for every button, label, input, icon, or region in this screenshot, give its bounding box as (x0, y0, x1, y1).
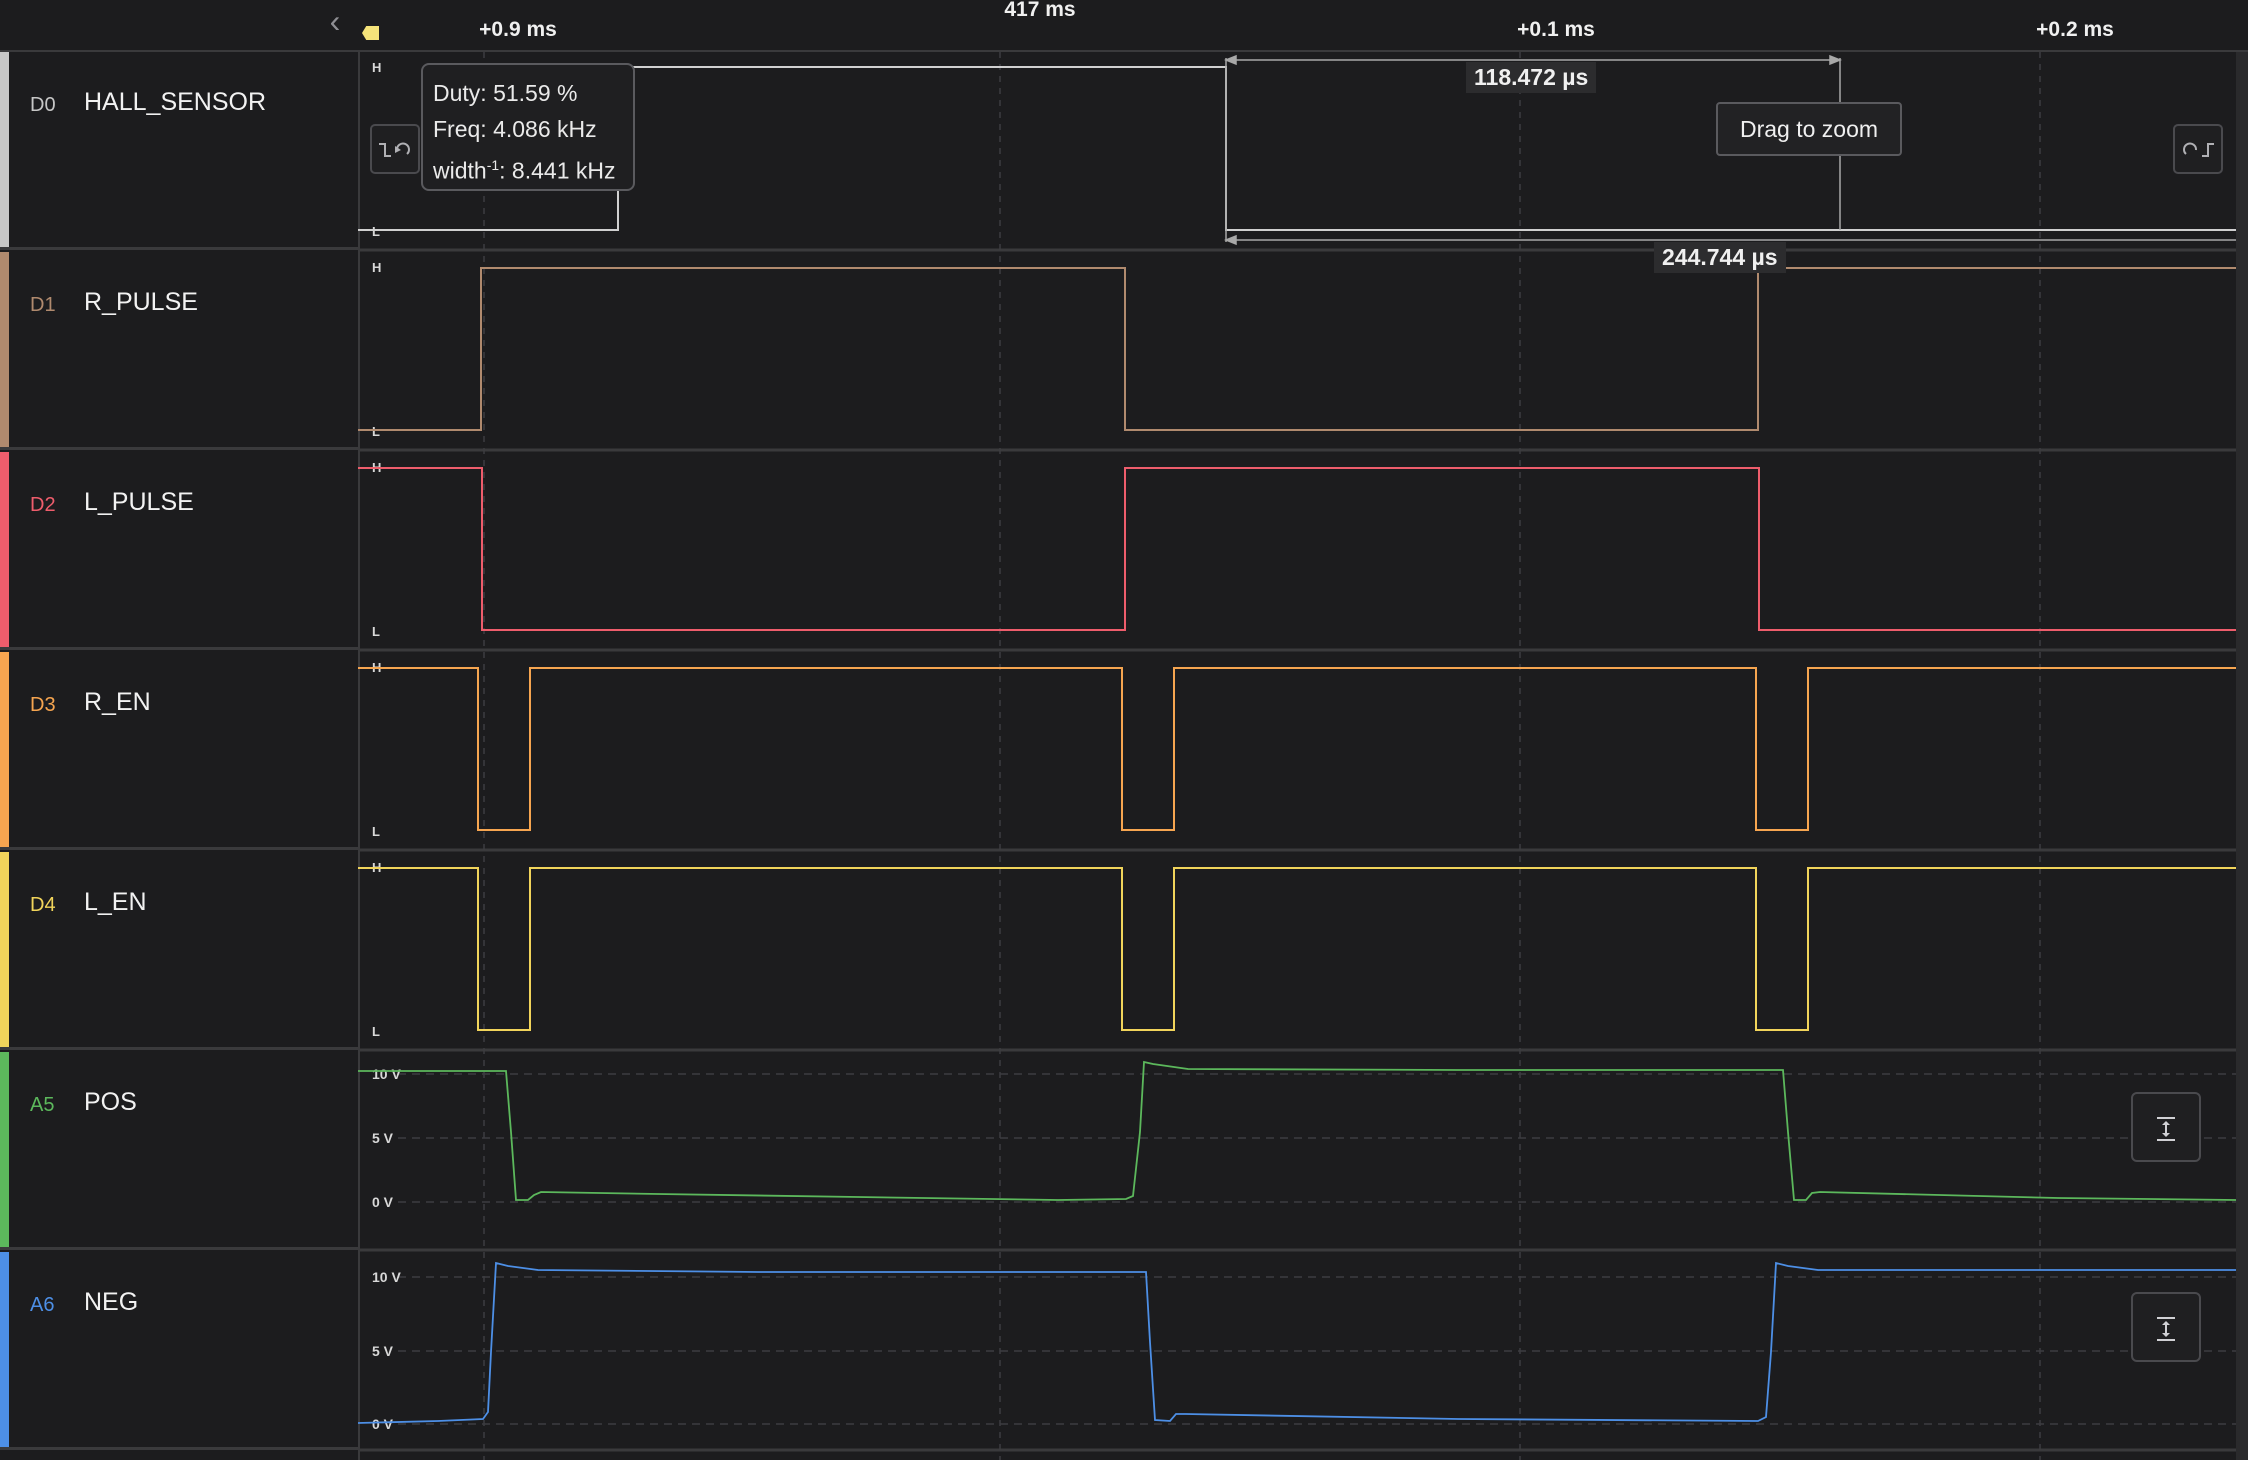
channel-color-bar (0, 652, 9, 847)
d3-waveform (358, 667, 2236, 831)
next-edge-icon[interactable] (2173, 124, 2223, 174)
a6-waveform (358, 1261, 2236, 1424)
d0-waveform (358, 66, 2236, 231)
level-low-label: L (372, 1024, 380, 1039)
vertical-fit-icon[interactable] (2131, 1292, 2201, 1362)
channel-name[interactable]: POS (84, 1088, 137, 1117)
next-edge-icon-glyph (2183, 142, 2214, 158)
channel-name[interactable]: R_PULSE (84, 288, 198, 317)
channel-sidebar: D0 HALL_SENSOR D1 R_PULSE D2 L_PULSE D3 … (0, 52, 358, 1460)
waveform-area[interactable]: H L H L H L H L H L 10 V 5 V 0 V 10 V 5 … (358, 52, 2236, 1460)
channel-id: D1 (30, 294, 56, 316)
channel-color-bar (0, 852, 9, 1047)
tick-0v: 0 V (372, 1416, 394, 1432)
marker-flag-icon[interactable] (362, 26, 379, 40)
measurement-tooltip: Duty: 51.59 % Freq: 4.086 kHz width-1: 8… (421, 63, 635, 191)
ruler-tick-label: +0.1 ms (1517, 18, 1595, 41)
a5-waveform (358, 1060, 2236, 1201)
ruler-tick-label: +0.9 ms (479, 18, 557, 41)
vertical-fit-icon-glyph (2157, 1316, 2175, 1341)
channel-name[interactable]: NEG (84, 1288, 138, 1317)
channel-name[interactable]: HALL_SENSOR (84, 88, 266, 117)
previous-edge-icon[interactable] (370, 124, 420, 174)
level-low-label: L (372, 224, 380, 239)
channel-id: D0 (30, 94, 56, 116)
channel-id: A5 (30, 1094, 55, 1116)
channel-header-a6[interactable]: A6 NEG (0, 1252, 358, 1450)
vertical-fit-icon[interactable] (2131, 1092, 2201, 1162)
level-low-label: L (372, 624, 380, 639)
drag-to-zoom-hint: Drag to zoom (1716, 102, 1902, 156)
level-labels: H L H L H L H L H L (372, 60, 381, 1039)
channel-color-bar (0, 252, 9, 447)
level-high-label: H (372, 60, 381, 75)
vertical-fit-icon-glyph (2157, 1116, 2175, 1141)
channel-id: A6 (30, 1294, 55, 1316)
channel-header-d0[interactable]: D0 HALL_SENSOR (0, 52, 358, 250)
channel-color-bar (0, 452, 9, 647)
cursor-time-label: 417 ms (1004, 0, 1076, 21)
logic-analyzer-window: ‹ 417 ms +0.9 ms +0.1 ms +0.2 ms D0 HALL… (0, 0, 2248, 1460)
chevron-left-icon[interactable]: ‹ (318, 2, 352, 40)
channel-name[interactable]: L_PULSE (84, 488, 194, 517)
level-high-label: H (372, 260, 381, 275)
level-low-label: L (372, 424, 380, 439)
channel-header-a5[interactable]: A5 POS (0, 1052, 358, 1250)
tick-10v: 10 V (372, 1066, 401, 1082)
timeline-header[interactable]: ‹ 417 ms +0.9 ms +0.1 ms +0.2 ms (0, 0, 2248, 52)
level-low-label: L (372, 824, 380, 839)
channel-name[interactable]: R_EN (84, 688, 151, 717)
tooltip-width-superscript: -1 (486, 157, 500, 173)
tick-5v: 5 V (372, 1130, 394, 1146)
tooltip-duty: Duty: 51.59 % (433, 80, 578, 106)
tooltip-width-value: : 8.441 kHz (499, 157, 616, 184)
channel-color-bar (0, 1052, 9, 1247)
tick-5v: 5 V (372, 1343, 394, 1359)
tooltip-freq: Freq: 4.086 kHz (433, 116, 597, 142)
previous-edge-icon-glyph (379, 142, 410, 158)
channel-header-d4[interactable]: D4 L_EN (0, 852, 358, 1050)
vertical-scrollbar[interactable] (2236, 52, 2248, 1460)
channel-header-d1[interactable]: D1 R_PULSE (0, 252, 358, 450)
channel-id: D2 (30, 494, 56, 516)
d1-waveform (358, 267, 2236, 431)
measurement-width-label: 118.472 µs (1466, 62, 1597, 93)
measurement-period-label: 244.744 µs (1654, 242, 1786, 273)
d4-waveform (358, 867, 2236, 1031)
channel-color-bar (0, 52, 9, 247)
tick-0v: 0 V (372, 1194, 394, 1210)
d2-waveform (358, 467, 2236, 631)
channel-id: D3 (30, 694, 56, 716)
ruler-tick-label: +0.2 ms (2036, 18, 2114, 41)
channel-header-d2[interactable]: D2 L_PULSE (0, 452, 358, 650)
tick-10v: 10 V (372, 1269, 401, 1285)
channel-header-d3[interactable]: D3 R_EN (0, 652, 358, 850)
channel-name[interactable]: L_EN (84, 888, 147, 917)
channel-id: D4 (30, 894, 56, 916)
tooltip-width: width-1: 8.441 kHz (433, 147, 623, 189)
tooltip-width-prefix: width (433, 157, 487, 184)
waveform-canvas[interactable]: H L H L H L H L H L 10 V 5 V 0 V 10 V 5 … (358, 52, 2236, 1460)
channel-color-bar (0, 1252, 9, 1447)
